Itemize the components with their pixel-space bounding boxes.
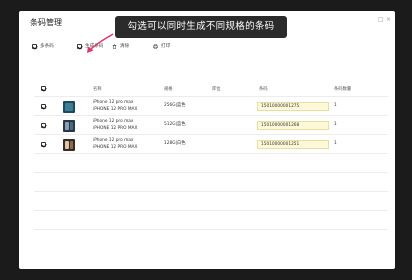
- maximize-icon[interactable]: □: [378, 17, 384, 23]
- product-name-sub: iPHONE 12 PRO MAX: [93, 145, 138, 150]
- barcode-field[interactable]: 15010000001275: [257, 102, 329, 111]
- select-all-checkbox[interactable]: [41, 86, 46, 91]
- table-row[interactable]: iPhone 12 pro max iPHONE 12 PRO MAX 512G…: [34, 117, 388, 135]
- product-spec: 512G|蓝色: [164, 122, 186, 127]
- col-header-name: 名称: [93, 87, 102, 92]
- col-header-spec: 规格: [164, 87, 173, 92]
- product-thumbnail: [63, 120, 75, 132]
- barcode-qty[interactable]: 1: [334, 103, 337, 109]
- table-row[interactable]: iPhone 12 pro max iPHONE 12 PRO MAX 256G…: [34, 98, 388, 116]
- annotation-arrow-icon: [87, 33, 114, 53]
- toolbar: 多条码 生成条码 清除 打印: [19, 41, 395, 55]
- product-spec: 256G|蓝色: [164, 103, 186, 108]
- dialog-title: 条码管理: [30, 18, 62, 27]
- clear-label: 清除: [120, 44, 130, 49]
- checkbox-icon: [32, 43, 37, 49]
- row-checkbox[interactable]: [41, 123, 46, 128]
- product-name-sub: iPHONE 12 PRO MAX: [93, 126, 138, 131]
- product-name: iPhone 12 pro max: [93, 138, 134, 143]
- barcode-dialog: 条码管理 □ × 多条码 生成条码 清除 打印 名称 规格 库位 条码 条码数量…: [19, 11, 395, 269]
- row-checkbox[interactable]: [41, 104, 46, 109]
- barcode-qty[interactable]: 1: [334, 141, 337, 147]
- multi-select-button[interactable]: 多条码: [32, 43, 54, 49]
- print-label: 打印: [161, 44, 171, 49]
- product-name: iPhone 12 pro max: [93, 100, 134, 105]
- row-checkbox[interactable]: [41, 142, 46, 147]
- product-name: iPhone 12 pro max: [93, 119, 134, 124]
- barcode-field[interactable]: 15010000001251: [257, 140, 329, 149]
- col-header-barcode: 条码: [259, 87, 268, 92]
- barcode-qty[interactable]: 1: [334, 122, 337, 128]
- barcode-field[interactable]: 15010000001268: [257, 121, 329, 130]
- product-spec: 128G|白色: [164, 141, 186, 146]
- tooltip-callout: 勾选可以同时生成不同规格的条码: [115, 16, 287, 38]
- multi-select-label: 多条码: [40, 44, 54, 49]
- product-thumbnail: [63, 139, 75, 151]
- col-header-qty: 条码数量: [334, 87, 352, 92]
- table-row[interactable]: iPhone 12 pro max iPHONE 12 PRO MAX 128G…: [34, 136, 388, 154]
- col-header-stock: 库位: [212, 87, 221, 92]
- printer-icon: [153, 43, 158, 49]
- product-thumbnail: [63, 101, 75, 113]
- print-button[interactable]: 打印: [153, 43, 170, 49]
- product-name-sub: iPHONE 12 PRO MAX: [93, 107, 138, 112]
- close-icon[interactable]: ×: [386, 17, 391, 23]
